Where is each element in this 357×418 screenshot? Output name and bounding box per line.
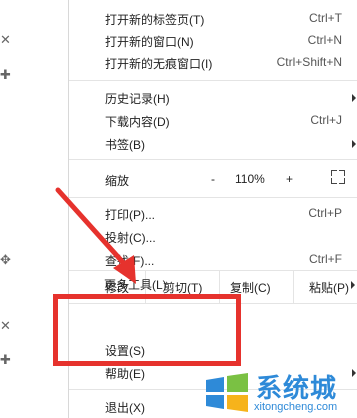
watermark-subtitle: xitongcheng.com xyxy=(254,401,338,413)
watermark-title: 系统城 xyxy=(256,373,338,403)
windows-logo-icon xyxy=(206,373,248,412)
watermark: 系统城 xitongcheng.com xyxy=(198,368,357,418)
highlight-box xyxy=(53,294,241,366)
